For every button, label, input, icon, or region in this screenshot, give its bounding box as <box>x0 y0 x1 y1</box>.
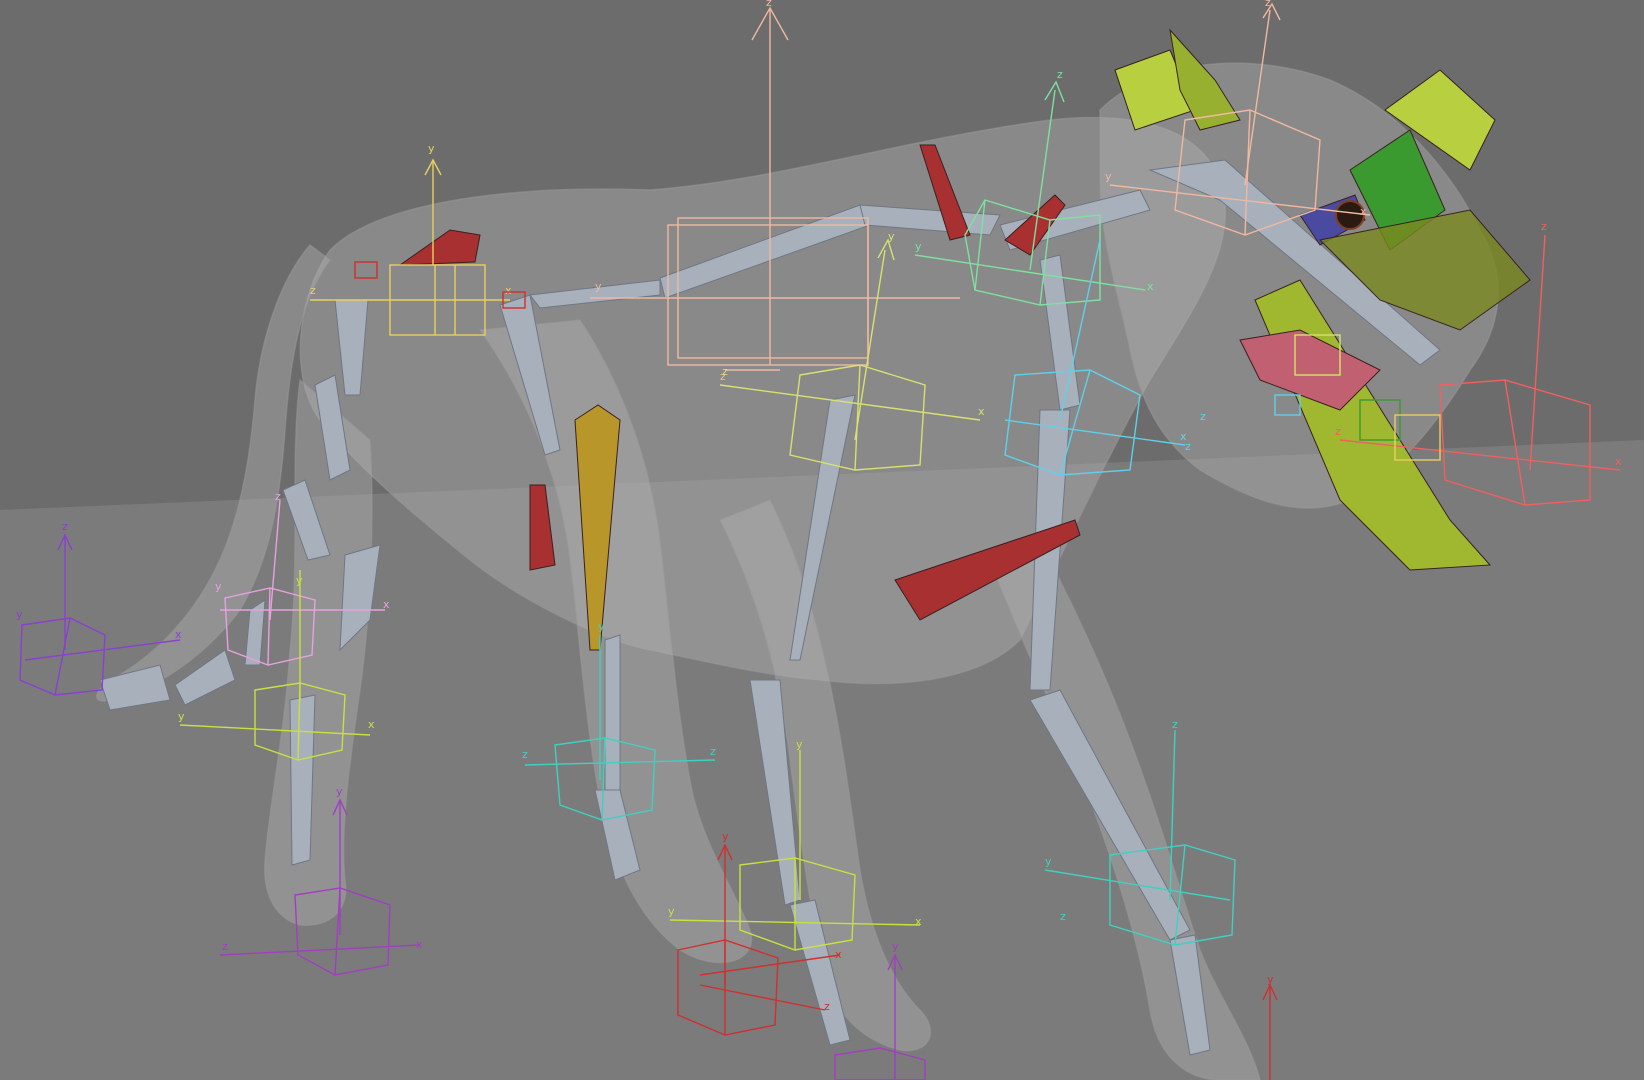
axis-label-z: z <box>522 748 528 761</box>
axis-label-y: y <box>598 620 605 633</box>
axis-label-z2: z <box>1060 910 1066 923</box>
axis-label-y: y <box>1267 973 1274 986</box>
scene-canvas[interactable]: y z z y z x z y x z y x y z x z z x z z … <box>0 0 1644 1080</box>
axis-label-x: x <box>1147 280 1154 293</box>
axis-label-y: y <box>892 940 899 953</box>
axis-label-y: y <box>595 280 602 293</box>
axis-label-z: z <box>1200 410 1206 423</box>
axis-label-z: z <box>222 940 228 953</box>
axis-label-y: y <box>16 608 23 621</box>
axis-label-z: z <box>310 284 316 297</box>
axis-label-y: y <box>722 830 729 843</box>
axis-label-y: y <box>215 580 222 593</box>
axis-label-z: z <box>275 490 281 503</box>
axis-label-x: x <box>915 915 922 928</box>
axis-label-z: z <box>1265 0 1271 9</box>
axis-label-z: z <box>62 520 68 533</box>
axis-label-y: y <box>796 738 803 751</box>
axis-label-z: z <box>1172 718 1178 731</box>
axis-label-x: x <box>175 628 182 641</box>
axis-label-y: y <box>178 710 185 723</box>
axis-label-z: z <box>722 365 728 378</box>
axis-label-x: x <box>416 938 423 951</box>
3d-viewport[interactable]: y z z y z x z y x z y x y z x z z x z z … <box>0 0 1644 1080</box>
axis-label-y: y <box>1045 855 1052 868</box>
axis-label-y: y <box>336 785 343 798</box>
axis-label-z2: z <box>1335 425 1341 438</box>
axis-label-y: y <box>428 142 435 155</box>
axis-label-y: y <box>915 240 922 253</box>
axis-label-z: z <box>1057 68 1063 81</box>
axis-label-x: x <box>1615 455 1622 468</box>
axis-label-z: z <box>1541 220 1547 233</box>
axis-label-x: x <box>978 405 985 418</box>
bone-hind-near-thigh[interactable] <box>604 634 621 806</box>
axis-label-z2: z <box>710 745 716 758</box>
axis-label-x: x <box>1180 430 1187 443</box>
axis-label-y: y <box>888 230 895 243</box>
axis-label-y2: y <box>668 905 675 918</box>
axis-label-z-top: z <box>766 0 772 9</box>
axis-label-x: x <box>1360 205 1367 218</box>
axis-label-y: y <box>1105 170 1112 183</box>
axis-label-x: x <box>505 284 512 297</box>
axis-label-x: x <box>368 718 375 731</box>
axis-label-x: x <box>835 948 842 961</box>
axis-label-z: z <box>824 1000 830 1013</box>
axis-label-y2: y <box>296 574 303 587</box>
axis-label-x: x <box>383 598 390 611</box>
